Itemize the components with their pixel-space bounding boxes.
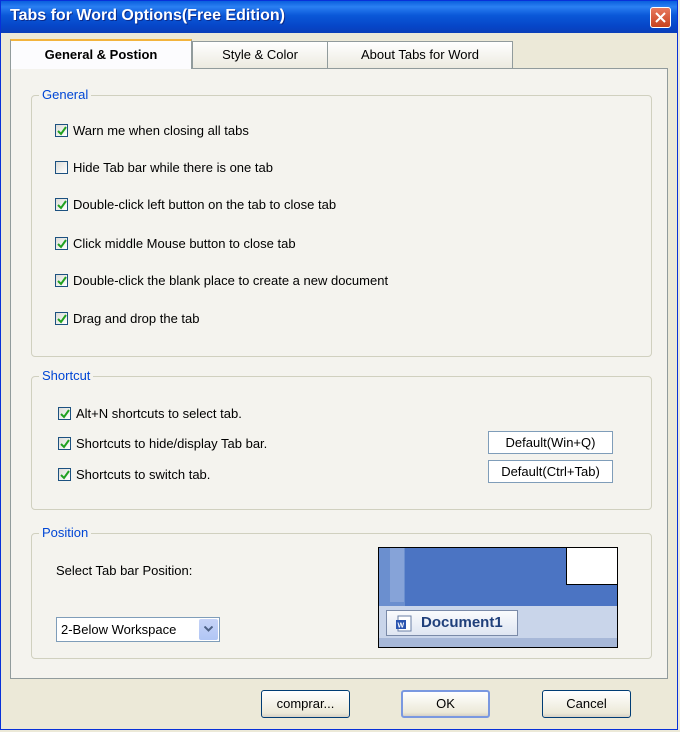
option-label: Hide Tab bar while there is one tab (73, 159, 273, 175)
option-label: Double-click left button on the tab to c… (73, 196, 337, 212)
option-label: Drag and drop the tab (73, 310, 200, 326)
option-dblclick-new-doc[interactable]: Double-click the blank place to create a… (55, 271, 388, 289)
ok-button[interactable]: OK (401, 690, 490, 718)
select-position-text: Select Tab bar Position: (56, 562, 193, 578)
position-legend: Position (39, 525, 92, 540)
option-label: Warn me when closing all tabs (73, 122, 249, 138)
shortcut-legend: Shortcut (39, 368, 94, 383)
buy-button[interactable]: comprar... (261, 690, 350, 718)
preview-tab-label: Document1 (421, 614, 503, 631)
option-dblclick-close[interactable]: Double-click left button on the tab to c… (55, 195, 336, 213)
preview-tab: W Document1 (386, 610, 518, 636)
tab-about[interactable]: About Tabs for Word (327, 41, 513, 68)
option-hide-tab-bar[interactable]: Hide Tab bar while there is one tab (55, 158, 273, 176)
option-label: Shortcuts to hide/display Tab bar. (76, 435, 268, 451)
option-switch-tab-shortcut[interactable]: Shortcuts to switch tab. (58, 465, 210, 483)
cancel-button[interactable]: Cancel (542, 690, 631, 718)
preview-scrollbar (390, 548, 404, 602)
position-select-value: 2-Below Workspace (61, 622, 177, 637)
option-warn-close-all[interactable]: Warn me when closing all tabs (55, 121, 249, 139)
hotkey-hide-display-button[interactable]: Default(Win+Q) (488, 431, 613, 454)
preview-status-strip (379, 638, 617, 647)
tab-panel: General Warn me when closing all tabs Hi… (10, 68, 668, 679)
option-alt-n[interactable]: Alt+N shortcuts to select tab. (58, 404, 242, 422)
preview-document (566, 548, 617, 585)
option-label: Alt+N shortcuts to select tab. (76, 405, 242, 421)
checkbox[interactable] (55, 311, 68, 325)
general-legend: General (39, 87, 92, 102)
options-dialog: Tabs for Word Options(Free Edition) Gene… (0, 0, 678, 730)
tab-general-position[interactable]: General & Postion (10, 39, 192, 69)
chevron-down-icon[interactable] (199, 619, 218, 640)
option-label: Click middle Mouse button to close tab (73, 235, 296, 251)
title-bar[interactable]: Tabs for Word Options(Free Edition) (1, 1, 677, 33)
window-title: Tabs for Word Options(Free Edition) (10, 7, 285, 24)
checkbox[interactable] (58, 436, 71, 450)
checkbox[interactable] (58, 406, 71, 420)
position-preview: W Document1 (378, 547, 618, 648)
option-hide-display-shortcut[interactable]: Shortcuts to hide/display Tab bar. (58, 434, 267, 452)
tab-style-color[interactable]: Style & Color (192, 41, 328, 68)
checkbox[interactable] (55, 273, 68, 287)
checkbox[interactable] (55, 160, 68, 174)
position-select[interactable]: 2-Below Workspace (56, 617, 220, 642)
close-icon[interactable] (650, 7, 671, 28)
option-drag-drop[interactable]: Drag and drop the tab (55, 309, 199, 327)
option-label: Double-click the blank place to create a… (73, 272, 389, 288)
word-document-icon: W (396, 615, 412, 632)
option-label: Shortcuts to switch tab. (76, 466, 211, 482)
checkbox[interactable] (55, 197, 68, 211)
select-position-label: Select Tab bar Position: (56, 561, 192, 579)
option-middle-click-close[interactable]: Click middle Mouse button to close tab (55, 234, 296, 252)
svg-text:W: W (398, 623, 405, 630)
checkbox[interactable] (58, 467, 71, 481)
checkbox[interactable] (55, 123, 68, 137)
hotkey-switch-tab-button[interactable]: Default(Ctrl+Tab) (488, 460, 613, 483)
checkbox[interactable] (55, 236, 68, 250)
